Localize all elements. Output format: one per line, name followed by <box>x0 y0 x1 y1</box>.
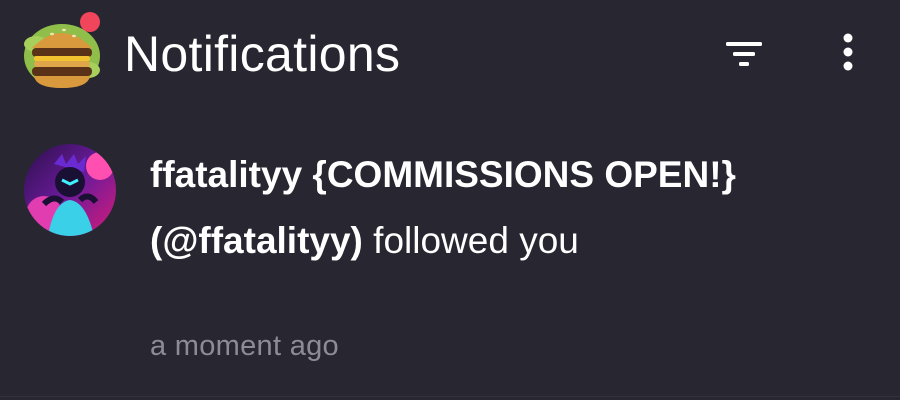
notifications-screen: Notifications ffatalityy {COMMISSIONS OP… <box>0 0 900 400</box>
notification-dot <box>80 12 100 32</box>
user-handle[interactable]: (@ffatalityy) <box>150 220 363 261</box>
filter-button[interactable] <box>718 30 770 78</box>
user-avatar-icon[interactable] <box>24 144 116 236</box>
notification-text: ffatalityy {COMMISSIONS OPEN!} (@ffatali… <box>150 142 770 274</box>
notification-timestamp: a moment ago <box>150 330 339 362</box>
header: Notifications <box>0 0 900 110</box>
more-options-button[interactable] <box>826 28 870 76</box>
more-vertical-icon <box>843 33 853 71</box>
page-title: Notifications <box>124 26 401 82</box>
notification-item[interactable]: ffatalityy {COMMISSIONS OPEN!} (@ffatali… <box>0 130 900 380</box>
notification-action: followed you <box>373 220 579 261</box>
filter-icon <box>726 42 762 66</box>
user-display-name[interactable]: ffatalityy {COMMISSIONS OPEN!} <box>150 154 736 195</box>
divider <box>0 396 900 397</box>
